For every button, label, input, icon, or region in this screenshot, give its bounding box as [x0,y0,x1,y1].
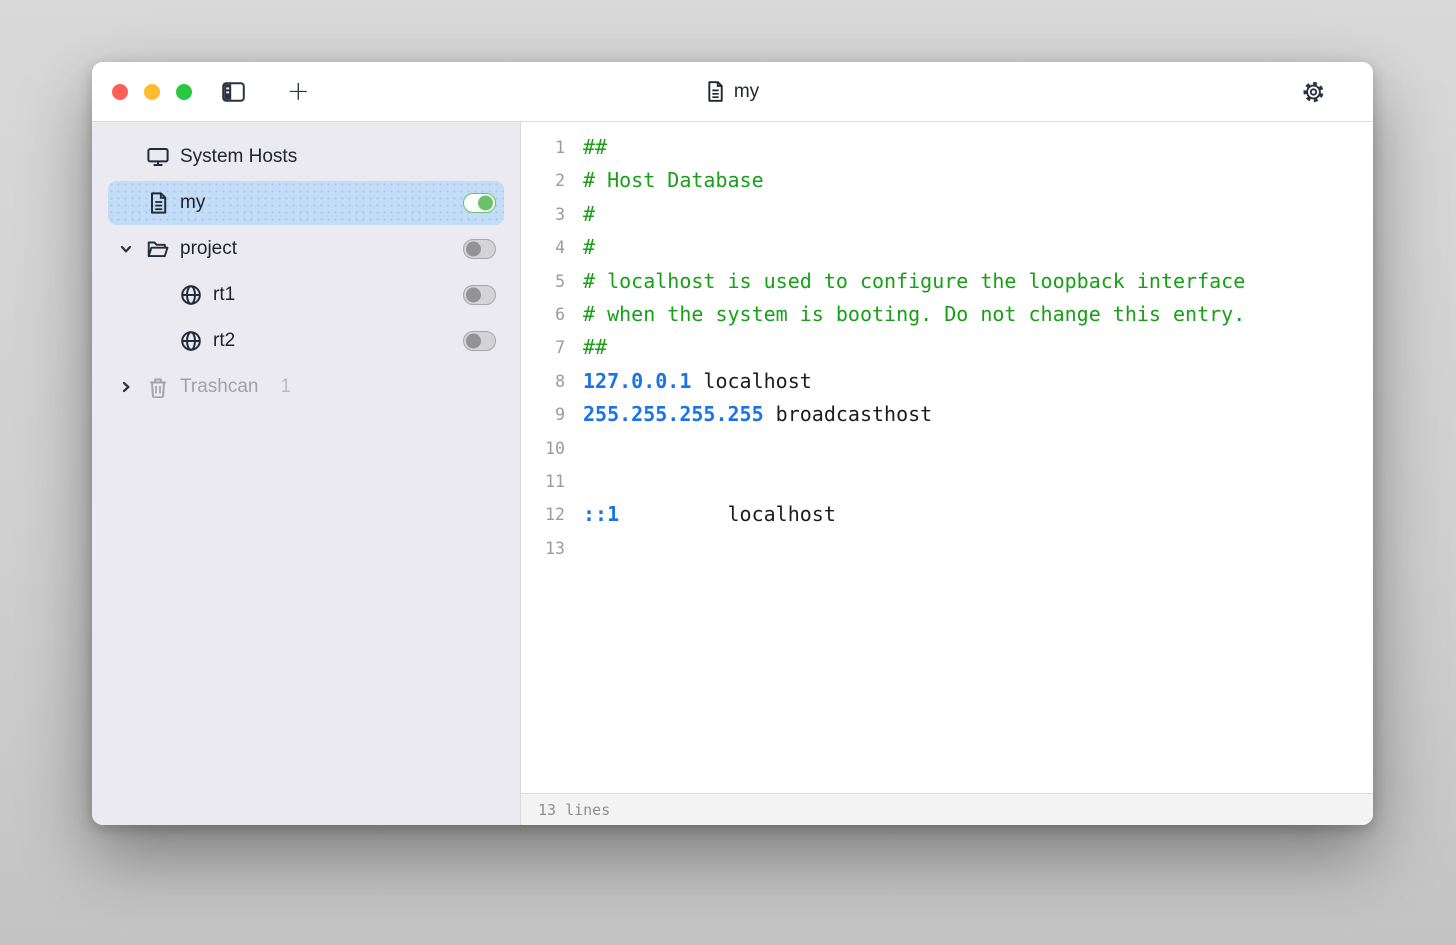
document-icon [147,192,169,214]
line-text[interactable]: # [583,231,595,264]
sidebar-item-rt1[interactable]: rt1 [108,273,504,317]
sidebar-item-system-hosts[interactable]: System Hosts [108,135,504,179]
line-number: 2 [521,164,565,197]
editor-line: 12::1 localhost [521,498,1373,531]
folder-open-icon [147,239,169,259]
line-text[interactable]: 127.0.0.1 localhost [583,365,812,398]
item-count-badge: 1 [281,376,292,398]
line-text[interactable]: 255.255.255.255 broadcasthost [583,398,932,431]
traffic-lights [112,84,192,100]
editor-line: 10 [521,432,1373,465]
editor-line: 7 ## [521,331,1373,364]
toggle-switch-rt1[interactable] [463,285,496,305]
token-ip: 127.0.0.1 [583,369,691,393]
app-window: + my [92,62,1373,825]
editor-line: 11 [521,465,1373,498]
sidebar-item-rt2[interactable]: rt2 [108,319,504,363]
line-number: 5 [521,265,565,298]
globe-icon [180,330,202,352]
editor-line: 9 255.255.255.255 broadcasthost [521,398,1373,431]
document-icon [706,81,724,102]
editor-line: 6 # when the system is booting. Do not ch… [521,298,1373,331]
sidebar-item-label: System Hosts [180,146,297,168]
sidebar-item-label: rt1 [213,284,235,306]
gear-icon [1302,80,1325,103]
token-ip: ::1 [583,502,619,526]
token-comment: ## [583,335,607,359]
line-number: 6 [521,298,565,331]
token-plain: localhost [691,369,811,393]
toggle-knob [466,242,481,257]
sidebar-list: System Hosts my project rt1 rt2 Trashcan 1 [92,135,520,409]
window-title: my [706,81,759,103]
line-number: 12 [521,498,565,531]
line-text[interactable]: ::1 localhost [583,498,836,531]
token-comment: ## [583,135,607,159]
toggle-knob [466,288,481,303]
line-number: 7 [521,331,565,364]
line-number: 8 [521,365,565,398]
token-comment: # when the system is booting. Do not cha… [583,302,1245,326]
line-text[interactable]: ## [583,131,607,164]
sidebar-item-label: project [180,238,237,260]
token-ip: 255.255.255.255 [583,402,764,426]
trash-icon [147,377,169,398]
line-text[interactable]: ## [583,331,607,364]
status-bar: 13 lines [521,793,1373,825]
editor-line: 1 ## [521,131,1373,164]
sidebar-item-label: my [180,192,205,214]
editor-line: 4# [521,231,1373,264]
add-hosts-button[interactable]: + [283,74,314,109]
token-comment: # localhost is used to configure the loo… [583,269,1245,293]
editor-line: 13 [521,532,1373,565]
toggle-switch-project[interactable] [463,239,496,259]
line-count: 13 lines [538,801,610,819]
toggle-knob [478,196,493,211]
token-comment: # [583,202,595,226]
close-button[interactable] [112,84,128,100]
sidebar: System Hosts my project rt1 rt2 Trashcan 1 [92,122,521,825]
globe-icon [180,284,202,306]
line-text[interactable]: # [583,198,595,231]
line-number: 13 [521,532,565,565]
token-plain: broadcasthost [764,402,933,426]
window-title-text: my [734,81,759,103]
line-number: 3 [521,198,565,231]
chevron-right-icon[interactable] [116,380,136,394]
titlebar[interactable]: + my [92,62,1373,122]
sidebar-item-trashcan[interactable]: Trashcan 1 [108,365,504,409]
minimize-button[interactable] [144,84,160,100]
editor-pane: 1##2# Host Database3#4#5# localhost is u… [521,122,1373,825]
sidebar-item-label: rt2 [213,330,235,352]
line-number: 9 [521,398,565,431]
token-comment: # Host Database [583,168,764,192]
sidebar-item-label: Trashcan [180,376,259,398]
token-comment: # [583,235,595,259]
toggle-knob [466,334,481,349]
line-text[interactable]: # Host Database [583,164,764,197]
editor-line: 2 # Host Database [521,164,1373,197]
line-number: 4 [521,231,565,264]
line-number: 10 [521,432,565,465]
toggle-sidebar-button[interactable] [218,78,249,106]
editor-line: 5 # localhost is used to configure the lo… [521,265,1373,298]
toggle-switch-my[interactable] [463,193,496,213]
sidebar-item-my[interactable]: my [108,181,504,225]
zoom-button[interactable] [176,84,192,100]
sidebar-item-project[interactable]: project [108,227,504,271]
monitor-icon [147,147,169,167]
line-number: 11 [521,465,565,498]
settings-button[interactable] [1298,76,1329,107]
code-area[interactable]: 1##2# Host Database3#4#5# localhost is u… [521,122,1373,793]
line-number: 1 [521,131,565,164]
toggle-switch-rt2[interactable] [463,331,496,351]
editor-line: 3# [521,198,1373,231]
line-text[interactable]: # localhost is used to configure the loo… [583,265,1245,298]
token-plain: localhost [619,502,836,526]
editor-line: 8 127.0.0.1 localhost [521,365,1373,398]
chevron-down-icon[interactable] [116,242,136,256]
sidebar-panel-icon [222,82,245,102]
line-text[interactable]: # when the system is booting. Do not cha… [583,298,1245,331]
